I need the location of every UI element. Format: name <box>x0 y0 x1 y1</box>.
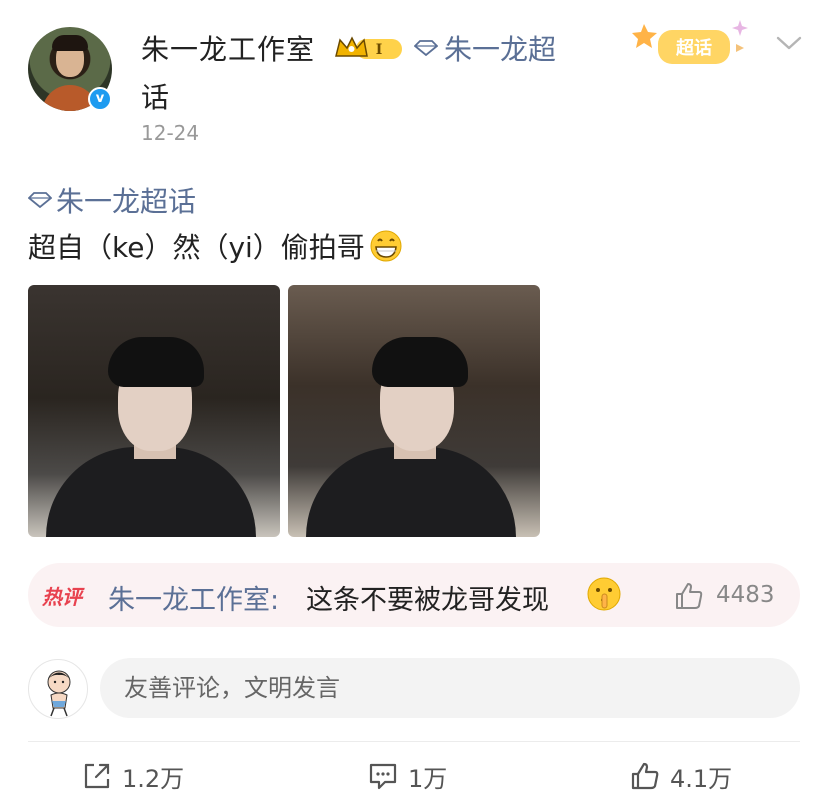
comment-button[interactable]: 1万 <box>368 757 447 795</box>
topic-label: 朱一龙超话 <box>56 185 197 218</box>
comment-icon <box>369 763 397 790</box>
thumbs-up-icon <box>631 762 659 790</box>
grin-emoji <box>370 230 402 262</box>
shush-emoji <box>587 577 621 611</box>
post-image-2[interactable] <box>288 285 540 537</box>
diamond-icon <box>414 40 438 56</box>
post-image-1[interactable] <box>28 285 280 537</box>
chaohua-label: 超话 <box>676 37 712 59</box>
diamond-icon <box>28 192 52 208</box>
verified-icon: v <box>88 87 112 111</box>
comment-count: 1万 <box>408 764 448 793</box>
share-icon <box>84 763 110 789</box>
super-topic-link[interactable]: 朱一龙超 <box>414 28 556 68</box>
comment-input[interactable] <box>100 658 800 718</box>
topic-link[interactable]: 朱一龙超话 <box>28 180 196 220</box>
share-count: 1.2万 <box>122 764 185 793</box>
post-time: 12-24 <box>141 121 200 145</box>
post-text-content: 超自（ke）然（yi）偷拍哥 <box>28 231 365 264</box>
crown-badge-icon[interactable]: I <box>334 34 404 62</box>
post-text: 超自（ke）然（yi）偷拍哥 <box>28 226 403 266</box>
like-button[interactable]: 4.1万 <box>630 757 732 795</box>
svg-text:I: I <box>376 42 383 58</box>
hot-comment[interactable]: 热评 朱一龙工作室: 这条不要被龙哥发现 4483 <box>28 563 800 627</box>
action-divider <box>28 741 800 742</box>
thumbs-up-icon[interactable] <box>674 581 704 611</box>
commenter-avatar <box>28 659 88 719</box>
chevron-down-icon[interactable] <box>776 34 802 52</box>
share-button[interactable]: 1.2万 <box>82 757 184 795</box>
hot-comment-like-count: 4483 <box>716 582 775 608</box>
hot-comment-author[interactable]: 朱一龙工作室: <box>108 578 279 617</box>
like-count: 4.1万 <box>670 764 733 793</box>
hot-comment-text: 这条不要被龙哥发现 <box>306 585 549 616</box>
author-name[interactable]: 朱一龙工作室 <box>141 28 315 68</box>
chaohua-badge[interactable]: 超话 <box>632 18 752 78</box>
super-topic-label: 朱一龙超 <box>444 33 557 66</box>
hot-comment-tag: 热评 <box>42 585 82 609</box>
author-name-wrap[interactable]: 话 <box>141 76 169 116</box>
